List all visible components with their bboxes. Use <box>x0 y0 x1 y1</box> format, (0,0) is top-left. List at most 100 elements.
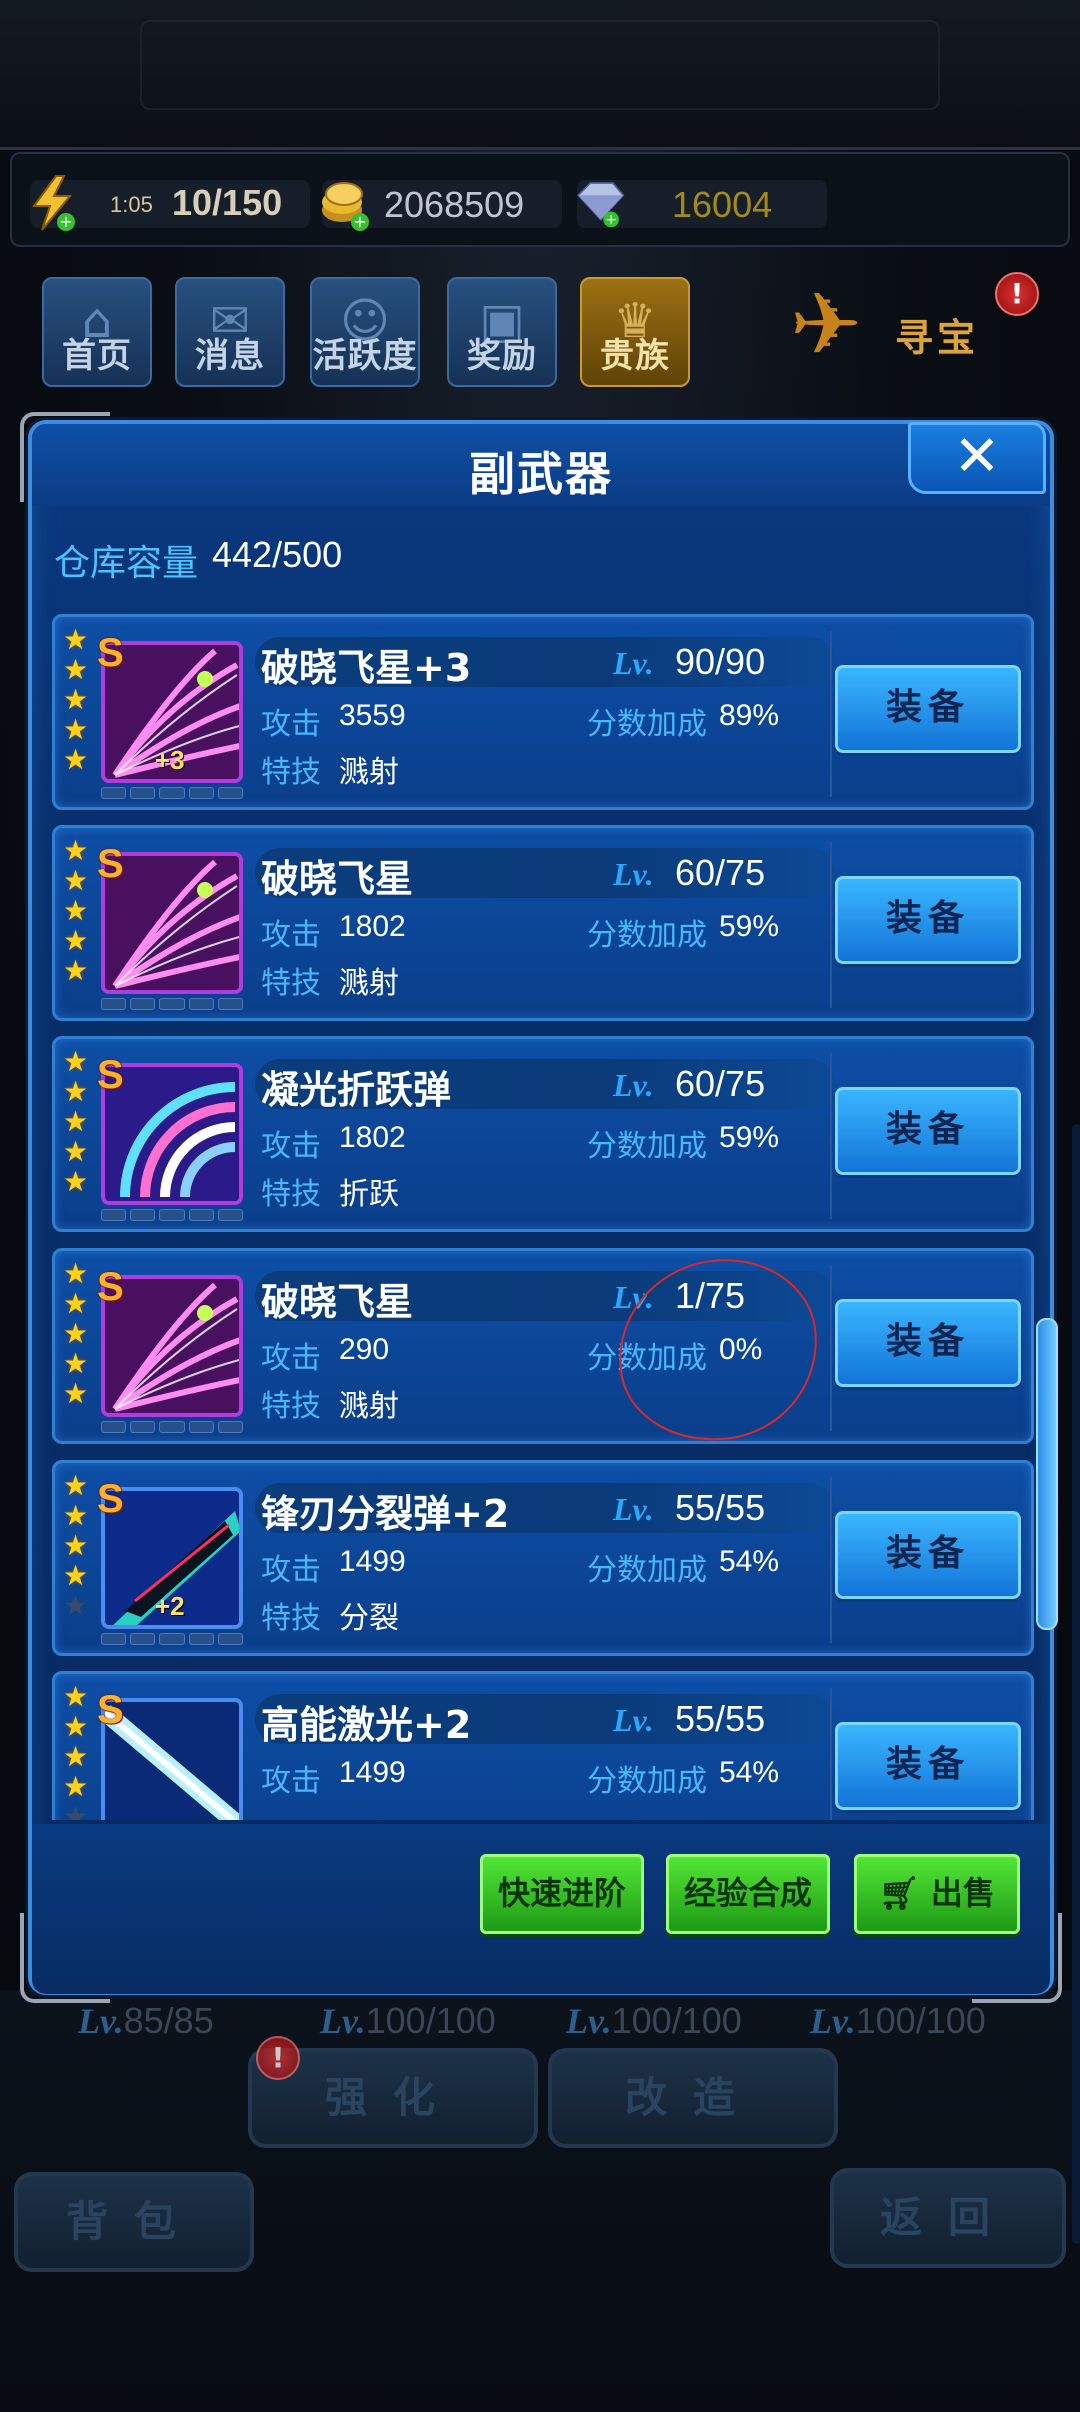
star-icon: ★ <box>63 713 89 746</box>
skill-label: 特技 <box>261 1389 321 1424</box>
equip-button[interactable]: 装备 <box>835 1511 1021 1599</box>
star-icon: ★ <box>63 834 89 867</box>
star-rating: ★ ★ ★ ★ ★ <box>63 1259 93 1409</box>
close-button[interactable]: ✕ <box>908 422 1046 494</box>
nav-home[interactable]: ⌂ 首页 <box>42 277 152 387</box>
panel-title: 副武器 <box>469 447 613 501</box>
scrollbar-track[interactable] <box>1072 1124 1080 2244</box>
bonus-value: 54% <box>719 1756 780 1789</box>
star-icon: ★ <box>63 653 89 686</box>
star-rating: ★ ★ ★ ★ ★ <box>63 625 93 775</box>
row-divider <box>830 1477 832 1643</box>
attack-label: 攻击 <box>261 1553 321 1588</box>
sub-weapon-panel: 副武器 ✕ 仓库容量 442/500 ★ ★ ★ ★ ★ S +3 破晓飞星+3 Lv. 90/9… <box>20 412 1080 2244</box>
level-tag: Lv. <box>613 1067 654 1103</box>
enhance-level-badge: +2 <box>155 1591 185 1621</box>
nav-noble-label: 贵族 <box>600 336 670 376</box>
weapon-name: 破晓飞星 <box>261 1280 414 1324</box>
star-icon: ★ <box>63 1710 89 1743</box>
weapon-row[interactable]: ★ ★ ★ ★ ★ S 破晓飞星 Lv. 60/75 攻击 1802 分数加成 59% 特技 溅射 装备 <box>52 825 1034 1021</box>
skill-label: 特技 <box>261 755 321 790</box>
row-divider <box>830 631 832 797</box>
energy-resource[interactable]: + 1:05 10/150 <box>30 175 310 231</box>
star-icon: ★ <box>63 1135 89 1168</box>
treasure-button[interactable]: ✈ 寻宝 <box>790 275 1025 375</box>
lightning-icon: + <box>32 175 75 231</box>
weapon-name: 凝光折跃弹 <box>261 1068 452 1112</box>
weapon-list[interactable]: ★ ★ ★ ★ ★ S +3 破晓飞星+3 Lv. 90/90 攻击 3559 分数加成 89% 特技 溅射装… <box>52 614 1042 1820</box>
attack-value: 1499 <box>339 1545 406 1578</box>
slot-indicators <box>101 1633 244 1645</box>
attack-label: 攻击 <box>261 918 321 953</box>
star-icon: ★ <box>63 683 89 716</box>
skill-value: 溅射 <box>339 967 399 1000</box>
row-divider <box>830 842 832 1008</box>
skill-value: 溅射 <box>339 756 399 789</box>
weapon-row[interactable]: ★ ★ ★ ★ ★ S 破晓飞星 Lv. 1/75 攻击 290 分数加成 0% 特技 溅射 装备 <box>52 1248 1034 1444</box>
equip-button[interactable]: 装备 <box>835 665 1021 753</box>
nav-rewards[interactable]: ▣ 奖励 <box>447 277 557 387</box>
star-icon: ★ <box>63 1529 89 1562</box>
capacity-value: 442/500 <box>212 534 343 575</box>
bag-button[interactable]: 背包 <box>14 2172 254 2272</box>
nav-activity[interactable]: ☺ 活跃度 <box>310 277 420 387</box>
row-divider <box>830 1688 832 1820</box>
star-icon: ★ <box>63 1469 89 1502</box>
bonus-value: 89% <box>719 699 780 732</box>
star-icon: ★ <box>63 743 89 776</box>
sell-label: 出售 <box>930 1874 995 1912</box>
gold-resource[interactable]: + 2068509 <box>322 180 562 231</box>
weapon-level: 55/55 <box>675 1487 766 1528</box>
star-icon: ★ <box>63 954 89 987</box>
quick-advance-button[interactable]: 快速进阶 <box>480 1854 644 1934</box>
treasure-alert-badge: ! <box>995 272 1039 316</box>
diamond-icon: + <box>576 182 625 228</box>
background-lv-tag-1: Lv. <box>78 2001 124 2041</box>
background-level-4: Lv.100/100 <box>810 2000 986 2042</box>
nav-messages-label: 消息 <box>195 336 265 376</box>
star-icon: ★ <box>63 924 89 957</box>
bonus-label: 分数加成 <box>587 918 707 953</box>
background-level-3: Lv.100/100 <box>566 2000 742 2042</box>
close-icon: ✕ <box>953 424 1001 489</box>
weapon-row[interactable]: ★ ★ ★ ★ ★ S 凝光折跃弹 Lv. 60/75 攻击 1802 分数加成 59% 特技 折跃 装备 <box>52 1036 1034 1232</box>
skill-value: 溅射 <box>339 1390 399 1423</box>
svg-text:+: + <box>353 212 366 231</box>
star-icon: ★ <box>63 1105 89 1138</box>
equip-button[interactable]: 装备 <box>835 1299 1021 1387</box>
gold-coin-icon: + <box>322 182 369 231</box>
row-divider <box>830 1265 832 1431</box>
scrollbar-thumb[interactable] <box>1036 1318 1058 1630</box>
equip-button[interactable]: 装备 <box>835 1087 1021 1175</box>
weapon-name: 高能激光+2 <box>261 1703 472 1747</box>
attack-label: 攻击 <box>261 1129 321 1164</box>
modify-button[interactable]: 改造 <box>548 2048 838 2148</box>
back-button[interactable]: 返回 <box>830 2168 1066 2268</box>
background-lv-tag-4: Lv. <box>810 2001 856 2041</box>
background-level-2: Lv.100/100 <box>320 2000 496 2042</box>
level-tag: Lv. <box>613 645 654 681</box>
slot-indicators <box>101 1209 244 1221</box>
nav-noble[interactable]: ♛ 贵族 <box>580 277 690 387</box>
equip-button[interactable]: 装备 <box>835 876 1021 964</box>
weapon-level: 90/90 <box>675 641 766 682</box>
exp-merge-button[interactable]: 经验合成 <box>666 1854 830 1934</box>
gem-resource[interactable]: + 16004 <box>576 180 827 228</box>
nav-messages[interactable]: ✉ 消息 <box>175 277 285 387</box>
nav-rewards-label: 奖励 <box>467 336 537 376</box>
equip-button[interactable]: 装备 <box>835 1722 1021 1810</box>
attack-label: 攻击 <box>261 1341 321 1376</box>
cart-icon: 🛒︎ <box>879 1874 931 1912</box>
background-level-2-value: 100/100 <box>365 2000 496 2041</box>
bonus-label: 分数加成 <box>587 1764 707 1799</box>
star-icon: ★ <box>63 1165 89 1198</box>
level-tag: Lv. <box>613 856 654 892</box>
weapon-row[interactable]: ★ ★ ★ ★ ★ S +3 破晓飞星+3 Lv. 90/90 攻击 3559 分数加成 89% 特技 溅射装… <box>52 614 1034 810</box>
sell-button[interactable]: 🛒︎ 出售 <box>854 1854 1020 1934</box>
rank-badge: S <box>97 1477 124 1521</box>
weapon-row[interactable]: ★ ★ ★ ★ ★ S +2 锋刃分裂弹+2 Lv. 55/55 攻击 1499 分数加成 54% 特技 分裂… <box>52 1460 1034 1656</box>
skill-value: 分裂 <box>339 1602 399 1635</box>
treasure-label: 寻宝 <box>895 316 980 360</box>
weapon-row[interactable]: ★ ★ ★ ★ ★ S 高能激光+2 Lv. 55/55 攻击 1499 分数加成 54% 装备 <box>52 1671 1034 1820</box>
star-icon: ★ <box>63 1257 89 1290</box>
